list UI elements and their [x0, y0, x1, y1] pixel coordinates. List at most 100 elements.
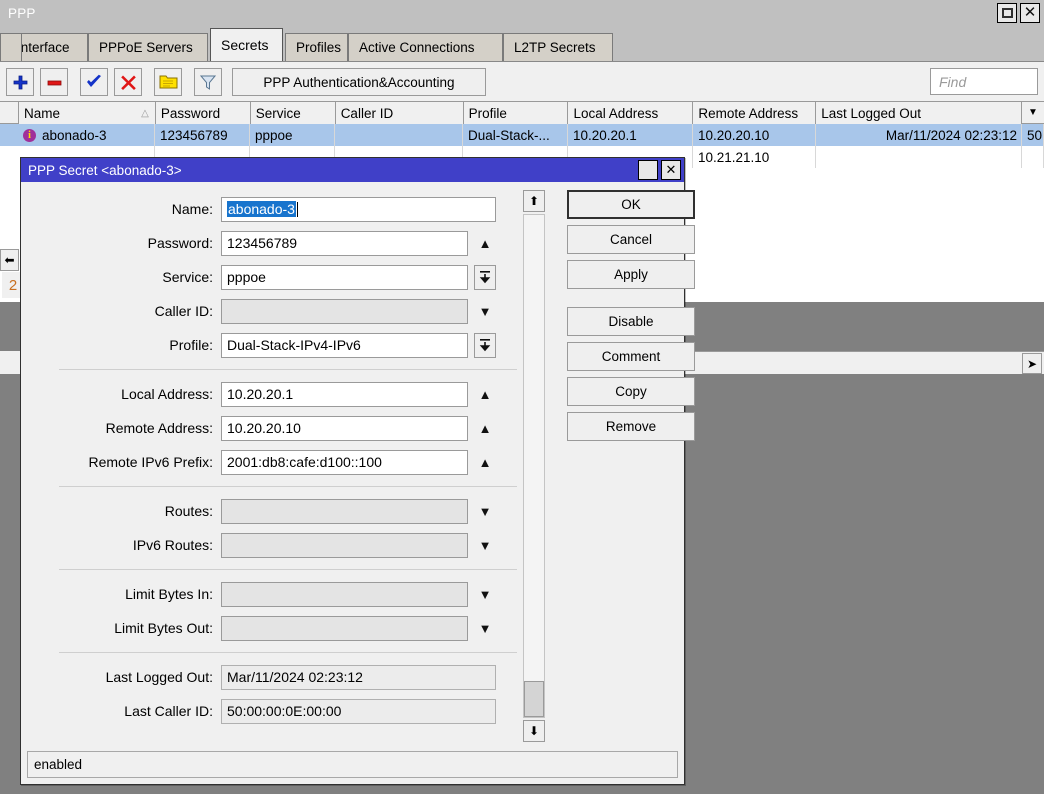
find-input[interactable]: Find — [930, 68, 1038, 95]
limit-bytes-out-input[interactable] — [221, 616, 468, 641]
copy-button[interactable]: Copy — [567, 377, 695, 406]
comment-button[interactable] — [154, 68, 182, 96]
cell-profile: Dual-Stack-... — [463, 124, 568, 146]
label-remote-address: Remote Address: — [31, 420, 221, 436]
arrow-up-icon: ▲ — [479, 236, 492, 251]
column-header-password[interactable]: Password — [156, 102, 251, 124]
label-password: Password: — [31, 235, 221, 251]
enable-button[interactable] — [80, 68, 108, 96]
service-dropdown-button[interactable] — [474, 265, 496, 290]
label-service: Service: — [31, 269, 221, 285]
column-label: Password — [161, 106, 220, 121]
arrow-up-icon: ▲ — [479, 387, 492, 402]
ipv6-routes-expand-button[interactable]: ▼ — [474, 533, 496, 558]
cell-remote-address: 10.20.20.10 — [693, 124, 816, 146]
limit-bytes-in-input[interactable] — [221, 582, 468, 607]
limit-bytes-in-expand-button[interactable]: ▼ — [474, 582, 496, 607]
cell-last-caller-id: 50: — [1022, 124, 1044, 146]
remote-address-input[interactable]: 10.20.20.10 — [221, 416, 468, 441]
cell-value: 10.20.20.10 — [698, 128, 769, 143]
label-limit-bytes-out: Limit Bytes Out: — [31, 620, 221, 636]
remove-button[interactable] — [40, 68, 68, 96]
remote-ipv6-prefix-input[interactable]: 2001:db8:cafe:d100::100 — [221, 450, 468, 475]
vscroll-track[interactable] — [523, 214, 545, 718]
cell-value: 10.21.21.10 — [698, 150, 769, 165]
column-header-last-logged-out[interactable]: Last Logged Out — [816, 102, 1022, 124]
column-header-caller-id[interactable]: Caller ID — [336, 102, 464, 124]
close-icon: ✕ — [666, 162, 677, 178]
remote-address-expand-button[interactable]: ▲ — [474, 416, 496, 441]
comment-button[interactable]: Comment — [567, 342, 695, 371]
scroll-right-button[interactable]: ➤ — [1022, 353, 1042, 374]
column-label: Last Logged Out — [821, 106, 921, 121]
scroll-down-button[interactable]: ⬇ — [523, 720, 545, 742]
cell-last-caller-id — [1022, 146, 1044, 168]
column-label: Service — [256, 106, 301, 121]
tab-secrets[interactable]: Secrets — [210, 28, 283, 61]
tab-active-connections[interactable]: Active Connections — [348, 33, 503, 61]
column-header-profile[interactable]: Profile — [464, 102, 569, 124]
scroll-up-button[interactable]: ⬆ — [523, 190, 545, 212]
ok-button[interactable]: OK — [567, 190, 695, 219]
profile-input[interactable]: Dual-Stack-IPv4-IPv6 — [221, 333, 468, 358]
column-header-local-address[interactable]: Local Address — [568, 102, 693, 124]
local-address-expand-button[interactable]: ▲ — [474, 382, 496, 407]
label-caller-id: Caller ID: — [31, 303, 221, 319]
column-label: Local Address — [573, 106, 658, 121]
cell-last-logged-out: Mar/11/2024 02:23:12 — [816, 124, 1022, 146]
text-caret — [297, 202, 298, 217]
ipv6-routes-input[interactable] — [221, 533, 468, 558]
disable-button[interactable]: Disable — [567, 307, 695, 336]
service-input[interactable]: pppoe — [221, 265, 468, 290]
close-button[interactable]: ✕ — [1020, 3, 1040, 23]
ppp-authentication-accounting-button[interactable]: PPP Authentication&Accounting — [232, 68, 486, 96]
cell-value: abonado-3 — [42, 128, 107, 143]
column-header-remote-address[interactable]: Remote Address — [693, 102, 816, 124]
limit-bytes-out-expand-button[interactable]: ▼ — [474, 616, 496, 641]
dialog-body: Name: abonado-3 Password: 123456789 ▲ Se… — [21, 182, 684, 784]
cross-icon — [120, 74, 137, 91]
table-row[interactable]: i abonado-3 123456789 pppoe Dual-Stack-.… — [0, 124, 1044, 146]
hscroll-track[interactable]: ➤ — [686, 351, 1044, 374]
tab-pppoe-servers[interactable]: PPPoE Servers — [88, 33, 208, 61]
remove-button[interactable]: Remove — [567, 412, 695, 441]
routes-input[interactable] — [221, 499, 468, 524]
status-text: enabled — [34, 757, 82, 772]
scroll-left-button[interactable]: ⬅ — [0, 249, 19, 271]
ppp-window-controls: ✕ — [997, 3, 1040, 23]
name-input[interactable]: abonado-3 — [221, 197, 496, 222]
apply-button[interactable]: Apply — [567, 260, 695, 289]
routes-expand-button[interactable]: ▼ — [474, 499, 496, 524]
tab-l2tp-secrets[interactable]: L2TP Secrets — [503, 33, 613, 61]
column-header-service[interactable]: Service — [251, 102, 336, 124]
cell-value: Dual-Stack-... — [468, 128, 550, 143]
close-icon: ✕ — [1024, 5, 1037, 20]
column-header-name[interactable]: Name △ — [19, 102, 156, 124]
cell-caller-id — [335, 124, 463, 146]
arrow-up-icon: ▲ — [479, 421, 492, 436]
caller-id-expand-button[interactable]: ▼ — [474, 299, 496, 324]
vscroll-thumb[interactable] — [524, 681, 544, 717]
field-row-routes: Routes: ▼ — [31, 494, 521, 528]
dialog-maximize-button[interactable] — [638, 160, 658, 180]
password-expand-button[interactable]: ▲ — [474, 231, 496, 256]
dialog-close-button[interactable]: ✕ — [661, 160, 681, 180]
remote-ipv6-prefix-expand-button[interactable]: ▲ — [474, 450, 496, 475]
caller-id-input[interactable] — [221, 299, 468, 324]
profile-dropdown-button[interactable] — [474, 333, 496, 358]
dialog-window-controls: ✕ — [638, 160, 681, 180]
dialog-vertical-scrollbar[interactable]: ⬆ ⬇ — [523, 190, 545, 742]
local-address-input[interactable]: 10.20.20.1 — [221, 382, 468, 407]
password-input[interactable]: 123456789 — [221, 231, 468, 256]
filter-button[interactable] — [194, 68, 222, 96]
disable-button[interactable] — [114, 68, 142, 96]
column-menu-button[interactable]: ▼ — [1022, 102, 1044, 123]
add-button[interactable] — [6, 68, 34, 96]
tab-profiles[interactable]: Profiles — [285, 33, 348, 61]
last-caller-id-value: 50:00:00:0E:00:00 — [227, 703, 341, 719]
last-caller-id-value-box: 50:00:00:0E:00:00 — [221, 699, 496, 724]
remote-address-value: 10.20.20.10 — [227, 420, 301, 436]
cancel-button[interactable]: Cancel — [567, 225, 695, 254]
row-gutter — [0, 146, 18, 168]
maximize-button[interactable] — [997, 3, 1017, 23]
